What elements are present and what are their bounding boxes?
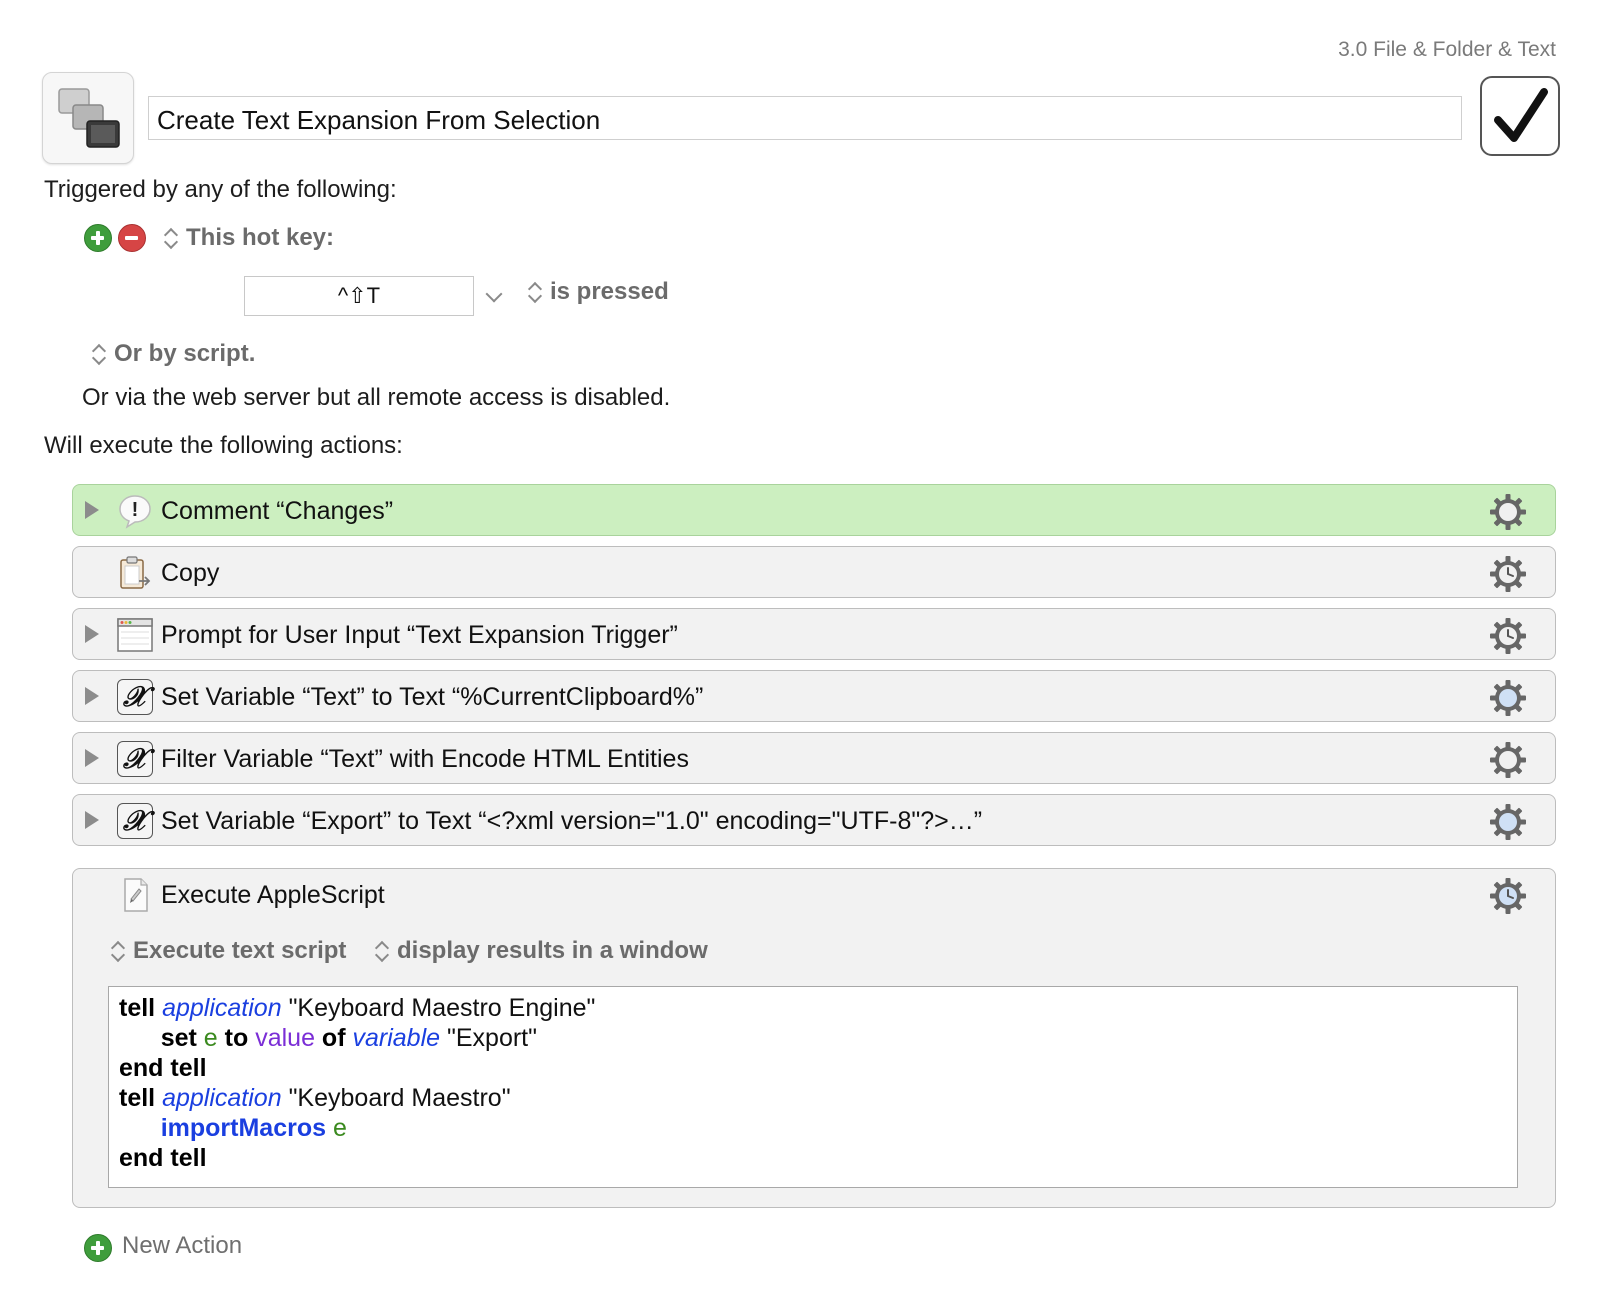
comment-icon: ! (117, 493, 153, 529)
hotkey-condition-label: is pressed (550, 278, 669, 305)
new-action-button[interactable]: New Action (122, 1232, 242, 1260)
hotkey-condition-popup[interactable]: is pressed (528, 278, 669, 306)
action-title: Prompt for User Input “Text Expansion Tr… (161, 621, 678, 649)
script-line: set e to value of variable "Export" (160, 1024, 538, 1052)
action-copy[interactable]: Copy (72, 546, 1556, 598)
add-trigger-button[interactable] (84, 224, 112, 252)
gear-clock-icon[interactable] (1489, 555, 1527, 593)
script-line: end tell (119, 1054, 207, 1082)
variable-icon: 𝒳 (117, 803, 153, 839)
chevron-down-icon[interactable] (485, 285, 503, 303)
script-source-label: Execute text script (133, 937, 347, 964)
action-set-variable-text[interactable]: 𝒳 Set Variable “Text” to Text “%CurrentC… (72, 670, 1556, 722)
new-action-plus-icon[interactable] (84, 1234, 112, 1262)
stacked-windows-icon (58, 88, 120, 148)
gear-icon[interactable] (1489, 741, 1527, 779)
action-title: Set Variable “Text” to Text “%CurrentCli… (161, 683, 704, 711)
trigger-type-popup[interactable]: This hot key: (164, 224, 334, 252)
disclosure-triangle-icon[interactable] (85, 811, 99, 829)
checkmark-icon (1494, 88, 1548, 142)
action-title: Execute AppleScript (161, 881, 385, 909)
action-filter-variable[interactable]: 𝒳 Filter Variable “Text” with Encode HTM… (72, 732, 1556, 784)
script-line: importMacros e (160, 1114, 347, 1142)
action-prompt-for-user-input[interactable]: Prompt for User Input “Text Expansion Tr… (72, 608, 1556, 660)
gear-clock-icon[interactable] (1489, 617, 1527, 655)
trigger-type-label: This hot key: (186, 224, 335, 251)
action-title: Set Variable “Export” to Text “<?xml ver… (161, 807, 983, 835)
disclosure-triangle-icon[interactable] (85, 687, 99, 705)
updown-chevron-icon (111, 938, 125, 964)
triggers-heading: Triggered by any of the following: (44, 176, 397, 203)
applescript-icon (117, 877, 153, 913)
macro-name-field[interactable]: Create Text Expansion From Selection (148, 96, 1462, 140)
variable-icon: 𝒳 (117, 741, 153, 777)
gear-icon[interactable] (1489, 493, 1527, 531)
action-title: Copy (161, 559, 220, 587)
updown-chevron-icon (164, 225, 178, 251)
action-title: Filter Variable “Text” with Encode HTML … (161, 745, 689, 773)
action-set-variable-export[interactable]: 𝒳 Set Variable “Export” to Text “<?xml v… (72, 794, 1556, 846)
applescript-editor[interactable]: tell application "Keyboard Maestro Engin… (108, 986, 1518, 1188)
window-icon (117, 617, 153, 653)
disclosure-triangle-icon[interactable] (85, 749, 99, 767)
macro-enabled-checkbox[interactable] (1480, 76, 1560, 156)
script-result-popup[interactable]: display results in a window (375, 937, 708, 965)
macro-group-name[interactable]: 3.0 File & Folder & Text (1338, 38, 1556, 62)
hotkey-field[interactable]: ^⇧T (244, 276, 474, 316)
gear-icon[interactable] (1489, 803, 1527, 841)
script-trigger-label: Or by script. (114, 340, 256, 367)
script-line: tell application "Keyboard Maestro" (119, 1084, 511, 1112)
updown-chevron-icon (375, 938, 389, 964)
updown-chevron-icon (92, 341, 106, 367)
macro-icon[interactable] (42, 72, 134, 164)
web-server-note: Or via the web server but all remote acc… (82, 384, 671, 411)
gear-icon[interactable] (1489, 679, 1527, 717)
gear-clock-icon[interactable] (1489, 877, 1527, 915)
svg-text:!: ! (132, 499, 139, 521)
action-title: Comment “Changes” (161, 497, 394, 525)
clipboard-icon (117, 555, 153, 591)
updown-chevron-icon (528, 279, 542, 305)
disclosure-triangle-icon[interactable] (85, 625, 99, 643)
actions-heading: Will execute the following actions: (44, 432, 403, 459)
script-result-label: display results in a window (397, 937, 708, 964)
script-source-popup[interactable]: Execute text script (111, 937, 346, 965)
script-line: tell application "Keyboard Maestro Engin… (119, 994, 596, 1022)
remove-trigger-button[interactable] (118, 224, 146, 252)
script-line: end tell (119, 1144, 207, 1172)
variable-icon: 𝒳 (117, 679, 153, 715)
action-comment[interactable]: ! Comment “Changes” (72, 484, 1556, 536)
disclosure-triangle-icon[interactable] (85, 501, 99, 519)
script-trigger-popup[interactable]: Or by script. (92, 340, 255, 368)
